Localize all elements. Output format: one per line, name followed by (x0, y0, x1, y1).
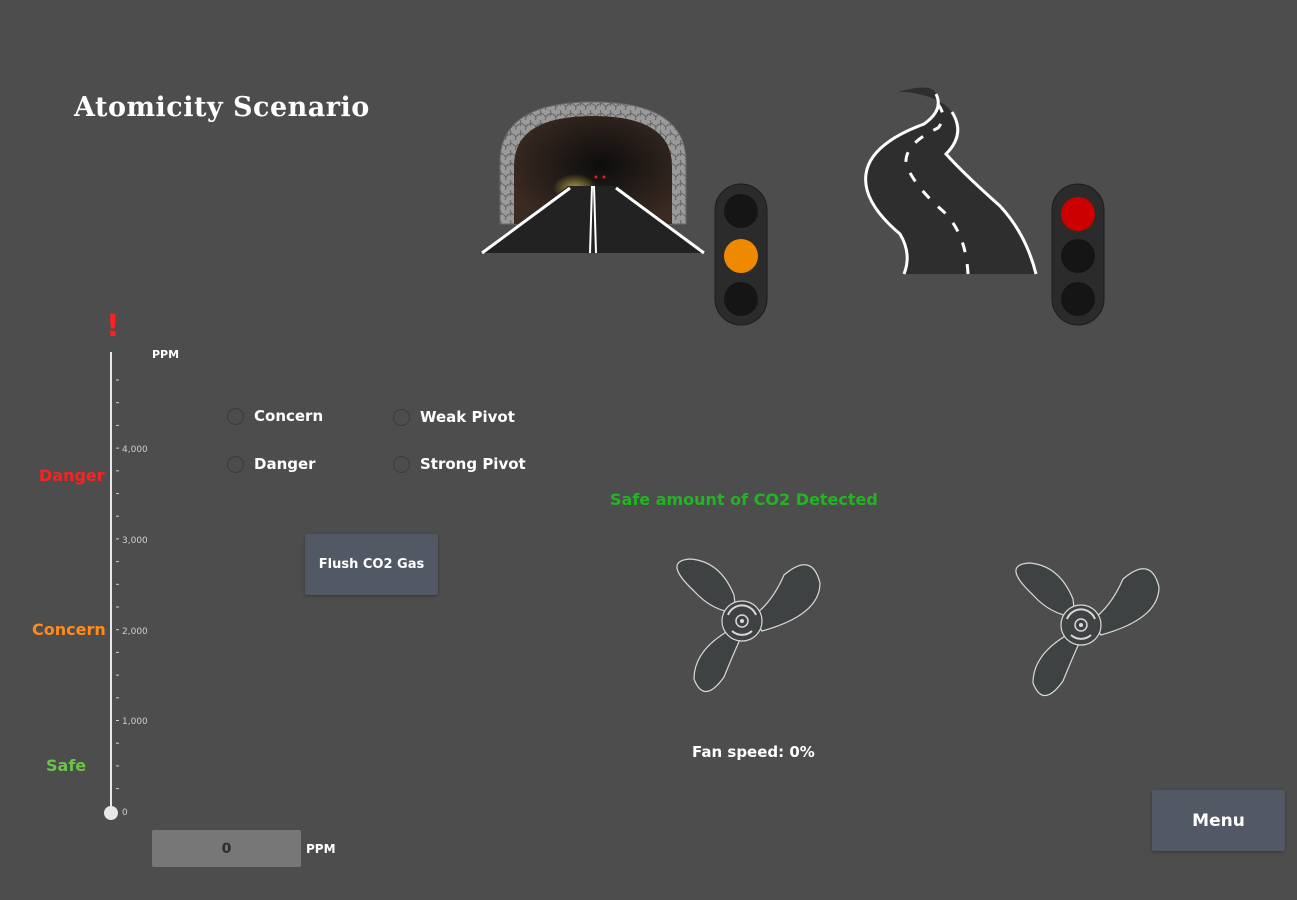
radio-circle[interactable] (227, 455, 244, 473)
fan-icon (1015, 562, 1160, 697)
tunnel-image (480, 101, 706, 255)
road-image (864, 87, 1038, 275)
option-strong-pivot-label: Strong Pivot (420, 455, 526, 473)
option-strong-pivot[interactable]: Strong Pivot (393, 455, 526, 473)
option-concern[interactable]: Concern (227, 407, 323, 425)
ppm-gauge (104, 352, 119, 820)
tick-label-0: 0 (122, 808, 128, 818)
co2-status-text: Safe amount of CO2 Detected (610, 490, 878, 509)
road-traffic-light (1051, 183, 1105, 326)
tick-label-4000: 4,000 (122, 445, 148, 455)
option-concern-label: Concern (254, 407, 324, 425)
option-danger-label: Danger (254, 455, 316, 473)
gauge-slider-handle[interactable] (104, 806, 118, 820)
ppm-value-input[interactable] (152, 830, 301, 867)
fan-speed-text: Fan speed: 0% (692, 743, 815, 761)
exclamation-icon: ! (106, 309, 120, 344)
flush-co2-button[interactable]: Flush CO2 Gas (305, 534, 438, 595)
safe-label: Safe (46, 756, 87, 775)
option-danger[interactable]: Danger (227, 455, 316, 473)
menu-button[interactable]: Menu (1152, 790, 1285, 851)
tick-label-2000: 2,000 (122, 627, 148, 637)
radio-circle[interactable] (393, 455, 410, 473)
option-weak-pivot[interactable]: Weak Pivot (393, 408, 515, 426)
danger-label: Danger (39, 466, 105, 485)
ppm-input-unit: PPM (306, 842, 336, 856)
concern-label: Concern (32, 620, 106, 639)
tick-label-1000: 1,000 (122, 717, 148, 727)
fan-icon (676, 558, 821, 693)
tunnel-traffic-light (714, 183, 768, 326)
tick-label-3000: 3,000 (122, 536, 148, 546)
option-weak-pivot-label: Weak Pivot (420, 408, 515, 426)
amber-lamp (724, 239, 758, 273)
radio-circle[interactable] (227, 407, 244, 425)
red-lamp (1061, 197, 1095, 231)
radio-circle[interactable] (393, 408, 410, 426)
page-title: Atomicity Scenario (74, 92, 370, 123)
